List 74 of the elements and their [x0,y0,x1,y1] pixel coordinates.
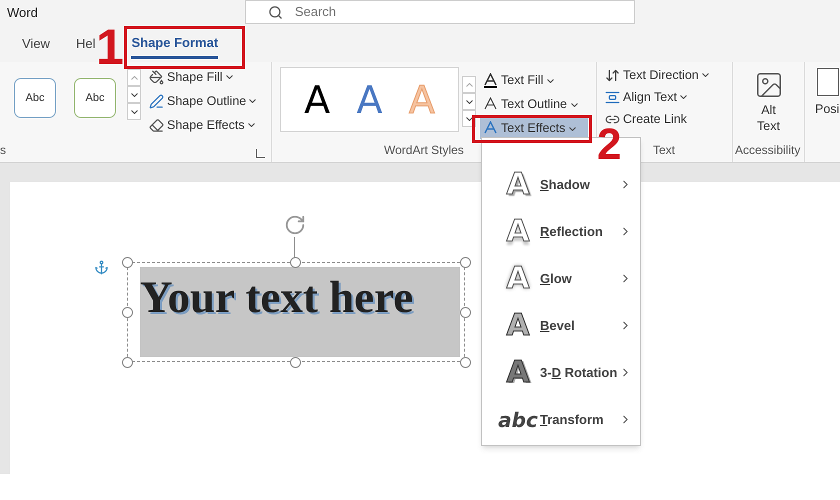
effect-preview-icon: abc [498,410,538,430]
dialog-launcher-icon[interactable] [256,149,265,158]
effect-preview-icon: A [506,170,530,200]
caret-icon [226,75,233,79]
caret-icon [130,92,138,96]
ribbon-tab[interactable]: View [22,29,50,59]
effect-preview-icon: A [506,216,530,246]
caret-icon [248,123,255,127]
paint-bucket-icon [149,70,164,84]
app-title: Word [7,4,38,22]
scroll-down-button[interactable] [127,86,141,103]
ribbon-command[interactable]: Text Fill [480,70,588,91]
menu-item[interactable]: A Bevel [482,302,640,349]
caret-icon [547,78,554,82]
resize-handle[interactable] [122,257,133,268]
caret-icon [130,76,138,80]
align-text-icon [605,90,620,104]
letter-a-icon [484,73,497,88]
position-button[interactable]: Posi [815,100,840,119]
text-direction-icon [605,68,620,82]
caret-icon [569,126,576,130]
resize-handle[interactable] [290,357,301,368]
ribbon-tab[interactable]: Shape Format [131,29,218,59]
search-icon [268,4,283,20]
effect-preview-icon: A [506,358,530,388]
caret-icon [466,116,472,120]
caret-icon [466,82,472,86]
ribbon-command[interactable]: Shape Outline [149,91,256,111]
menu-item[interactable]: A Shadow [482,161,640,208]
menu-item[interactable]: A Glow [482,255,640,302]
ribbon-command[interactable]: Text Direction [605,65,709,85]
menu-item[interactable]: A Reflection [482,208,640,255]
caret-icon [249,99,256,103]
step-number: 1 [96,28,124,66]
ribbon-command[interactable]: Align Text [605,87,687,107]
caret-icon [130,110,138,114]
effect-preview-icon: A [506,310,530,340]
ribbon-command[interactable]: Text Outline [480,94,588,115]
step-number: 2 [597,130,622,160]
resize-handle[interactable] [122,357,133,368]
search-field[interactable]: Search [244,0,635,24]
group-label: Accessibility [735,142,800,159]
eraser-icon [149,118,164,132]
effect-preview-icon: A [506,264,530,294]
group-label: WordArt Styles [384,142,464,159]
anchor-icon [94,260,109,275]
letter-a-icon [484,121,497,136]
alt-text-button[interactable]: Alt Text [748,70,788,134]
more-styles-button[interactable] [127,103,141,120]
shape-style-preset[interactable]: Abc [74,78,116,118]
pen-icon [149,94,164,108]
rotate-handle-icon[interactable] [284,214,306,236]
ribbon-command[interactable]: Shape Fill [149,67,256,87]
ribbon-command[interactable]: Text Effects [480,118,588,139]
ribbon-tab[interactable]: Hel [76,29,96,59]
scroll-down-button[interactable] [462,93,476,110]
shape-style-preset[interactable]: Abc [14,78,56,118]
group-label: s [0,142,6,159]
resize-handle[interactable] [290,257,301,268]
menu-item[interactable]: A 3-D Rotation [482,349,640,396]
caret-icon [466,100,472,104]
letter-a-icon [484,97,497,112]
wordart-style-preset[interactable]: A [304,80,330,118]
text-box[interactable]: Your text here [127,262,465,362]
ribbon-command[interactable]: Shape Effects [149,115,256,135]
resize-handle[interactable] [460,257,471,268]
resize-handle[interactable] [122,307,133,318]
wordart-text: Your text here [140,275,414,320]
ribbon-command[interactable]: Create Link [605,109,687,129]
group-label: Text [653,142,676,159]
resize-handle[interactable] [460,307,471,318]
wordart-style-preset[interactable]: A [356,80,382,118]
resize-handle[interactable] [460,357,471,368]
caret-icon [571,102,578,106]
